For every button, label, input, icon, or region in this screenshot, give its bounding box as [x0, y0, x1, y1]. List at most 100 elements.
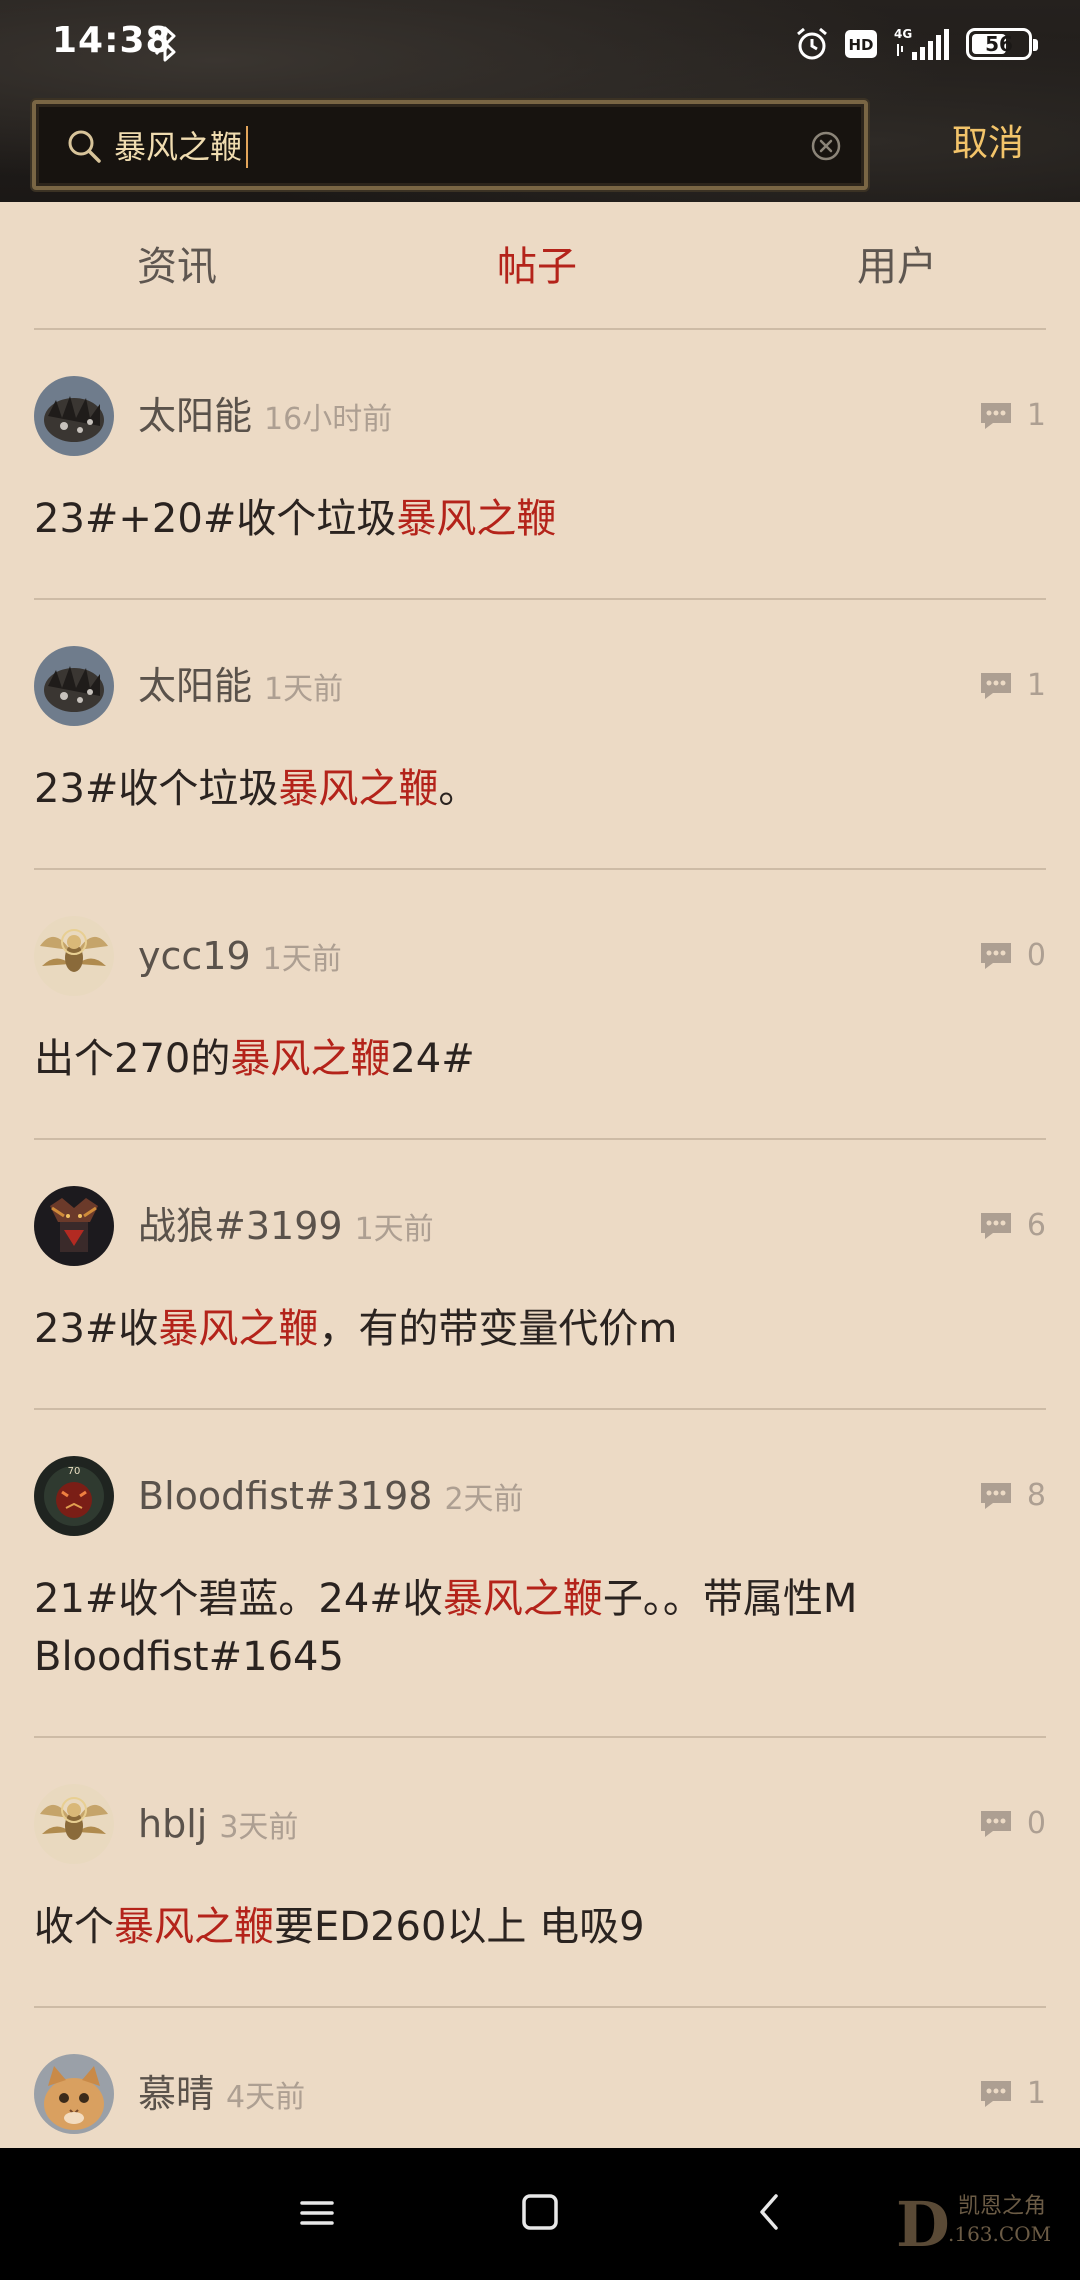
dark-spiky-avatar-icon: [34, 646, 114, 726]
post-text: 出个270的暴风之鞭24#: [34, 1030, 1046, 1088]
username: hblj: [138, 1802, 208, 1846]
avatar[interactable]: [34, 1186, 114, 1266]
battery-icon: 56: [966, 28, 1038, 60]
post-item[interactable]: 战狼#3199 1天前 6 23#收暴风之鞭，有的带变量代价m: [0, 1140, 1080, 1410]
svg-text:70: 70: [68, 1466, 81, 1477]
status-bar: 14:38 HD 4G 56: [0, 0, 1080, 88]
comment-number: 0: [1026, 1806, 1046, 1841]
post-text: 23#收个垃圾暴风之鞭。: [34, 760, 1046, 818]
battery-level: 56: [985, 32, 1013, 56]
search-input[interactable]: 暴风之鞭: [114, 122, 242, 172]
tab-posts[interactable]: 帖子: [497, 242, 577, 292]
hd-icon: HD: [845, 30, 877, 58]
network-label: 4G: [894, 27, 912, 41]
post-author[interactable]: 战狼#3199 1天前: [138, 1202, 434, 1254]
warrior-avatar-icon: [34, 1186, 114, 1266]
post-author[interactable]: hblj 3天前: [138, 1800, 298, 1852]
keyword-highlight: 暴风之鞭: [114, 1904, 274, 1950]
watermark-logo-icon: D: [896, 2188, 950, 2261]
comment-icon: [980, 673, 1011, 699]
post-text-part: 23#收: [34, 1306, 159, 1352]
avatar[interactable]: [34, 1784, 114, 1864]
comment-number: 6: [1026, 1208, 1046, 1243]
post-time: 3天前: [219, 1810, 299, 1845]
post-text: 23#收暴风之鞭，有的带变量代价m: [34, 1300, 1046, 1358]
status-icons: HD 4G 56: [794, 22, 1038, 66]
post-item[interactable]: 太阳能 16小时前 1 23#+20#收个垃圾暴风之鞭: [0, 330, 1080, 600]
comment-number: 1: [1026, 398, 1046, 433]
post-time: 1天前: [262, 942, 342, 977]
post-text-part: 23#+20#收个垃圾: [34, 496, 397, 542]
search-box[interactable]: 暴风之鞭: [32, 100, 868, 190]
comment-icon: [980, 1213, 1011, 1239]
avatar[interactable]: [34, 2054, 114, 2134]
post-item[interactable]: ycc19 1天前 0 出个270的暴风之鞭24#: [0, 870, 1080, 1140]
post-item[interactable]: hblj 3天前 0 收个暴风之鞭要ED260以上 电吸9: [0, 1738, 1080, 2008]
watermark-subtitle: .163.COM: [948, 2222, 1052, 2246]
post-text-part: ，有的带变量代价m: [318, 1306, 678, 1352]
comment-number: 1: [1026, 2076, 1046, 2111]
avatar[interactable]: [34, 646, 114, 726]
post-text: 21#收个碧蓝。24#收暴风之鞭子。。带属性M Bloodfist#1645: [34, 1570, 1046, 1686]
comment-number: 0: [1026, 938, 1046, 973]
clear-icon[interactable]: [810, 130, 842, 162]
post-list: 太阳能 16小时前 1 23#+20#收个垃圾暴风之鞭 太阳能 1天前 1 23#收…: [0, 330, 1080, 2208]
comment-icon: [980, 1483, 1011, 1509]
post-author[interactable]: 慕晴 4天前: [138, 2070, 305, 2122]
comment-number: 1: [1026, 668, 1046, 703]
keyword-highlight: 暴风之鞭: [230, 1036, 391, 1082]
hd-label: HD: [848, 36, 873, 54]
watermark-letter: D: [896, 2188, 950, 2261]
post-author[interactable]: 太阳能 16小时前: [138, 392, 392, 444]
post-text-part: 要ED260以上 电吸9: [274, 1904, 645, 1950]
system-nav-bar: D 凯恩之角 .163.COM: [0, 2148, 1080, 2280]
avatar[interactable]: [34, 376, 114, 456]
keyword-highlight: 暴风之鞭: [158, 1306, 319, 1352]
post-time: 16小时前: [264, 402, 393, 437]
search-icon: [68, 130, 101, 163]
comment-count: 1: [979, 2076, 1046, 2112]
post-time: 4天前: [226, 2080, 306, 2115]
username: Bloodfist#3198: [138, 1474, 433, 1518]
post-text-part: 收个: [34, 1904, 114, 1950]
username: ycc19: [138, 934, 251, 978]
tab-news[interactable]: 资讯: [137, 242, 217, 292]
header: 14:38 HD 4G 56 暴风之鞭 取消: [0, 0, 1080, 202]
comment-count: 0: [979, 938, 1046, 974]
tab-users[interactable]: 用户: [857, 242, 937, 292]
home-icon[interactable]: [520, 2192, 560, 2232]
search-tabs: 资讯 帖子 用户: [0, 202, 1080, 330]
alarm-icon: [797, 27, 827, 60]
golden-angel-avatar-icon: [34, 916, 114, 996]
username: 战狼#3199: [138, 1204, 343, 1248]
post-text: 收个暴风之鞭要ED260以上 电吸9: [34, 1898, 1046, 1956]
post-text-part: 出个270的: [34, 1036, 231, 1082]
post-author[interactable]: 太阳能 1天前: [138, 662, 343, 714]
post-time: 1天前: [354, 1212, 434, 1247]
comment-count: 1: [979, 398, 1046, 434]
post-author[interactable]: ycc19 1天前: [138, 932, 342, 984]
back-icon[interactable]: [754, 2192, 784, 2232]
post-time: 1天前: [264, 672, 344, 707]
keyword-highlight: 暴风之鞭: [442, 1576, 603, 1622]
post-text-part: 。: [438, 766, 479, 812]
cancel-button[interactable]: 取消: [952, 116, 1024, 172]
post-text-part: 24#: [390, 1036, 475, 1082]
dark-spiky-avatar-icon: [34, 376, 114, 456]
post-time: 2天前: [444, 1482, 524, 1517]
comment-count: 6: [979, 1208, 1046, 1244]
post-author[interactable]: Bloodfist#3198 2天前: [138, 1472, 524, 1524]
text-cursor: [246, 126, 248, 168]
cat-avatar-icon: [34, 2054, 114, 2134]
comment-icon: [980, 1811, 1011, 1837]
username: 太阳能: [138, 394, 253, 438]
post-item[interactable]: 太阳能 1天前 1 23#收个垃圾暴风之鞭。: [0, 600, 1080, 870]
post-text-part: 23#收个垃圾: [34, 766, 279, 812]
post-item[interactable]: 70 Bloodfist#3198 2天前 8 21#收个碧蓝。24#收暴风之鞭子…: [0, 1410, 1080, 1738]
avatar[interactable]: 70: [34, 1456, 114, 1536]
username: 慕晴: [138, 2072, 215, 2116]
comment-count: 0: [979, 1806, 1046, 1842]
post-text: 23#+20#收个垃圾暴风之鞭: [34, 490, 1046, 548]
avatar[interactable]: [34, 916, 114, 996]
menu-icon[interactable]: [298, 2194, 336, 2232]
